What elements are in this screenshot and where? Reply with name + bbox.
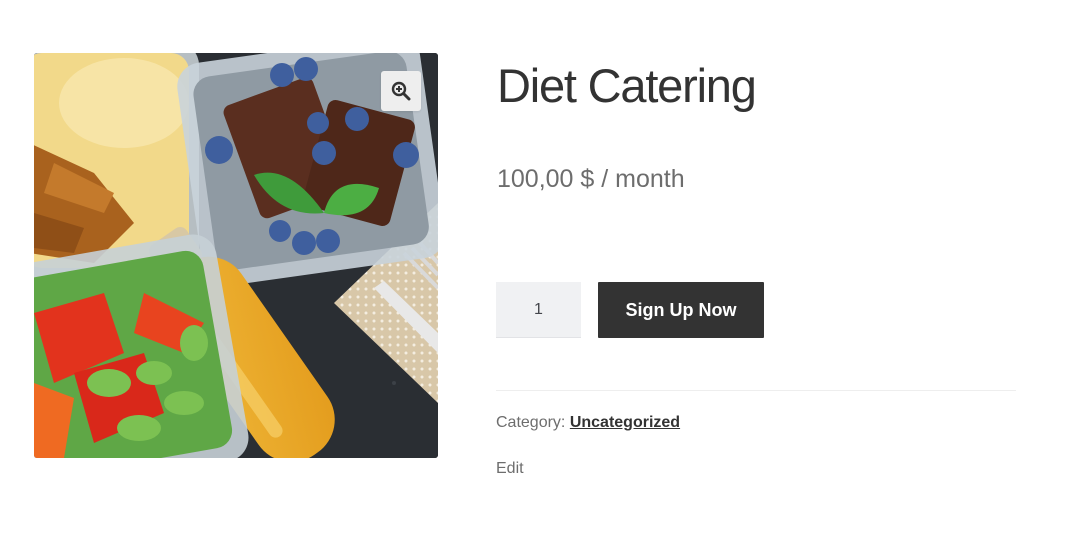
product-title: Diet Catering [497,59,757,112]
zoom-in-icon [391,81,411,101]
edit-link[interactable]: Edit [496,459,524,479]
quantity-input[interactable] [496,282,581,338]
meta-divider [496,390,1016,391]
zoom-button[interactable] [381,71,421,111]
product-category: Category: Uncategorized [496,413,680,433]
product-price: 100,00 $ / month [497,165,685,193]
sign-up-button[interactable]: Sign Up Now [598,282,764,338]
product-image[interactable] [34,53,438,458]
category-label: Category: [496,414,566,431]
meal-prep-photo [34,53,438,458]
category-link[interactable]: Uncategorized [570,414,680,431]
